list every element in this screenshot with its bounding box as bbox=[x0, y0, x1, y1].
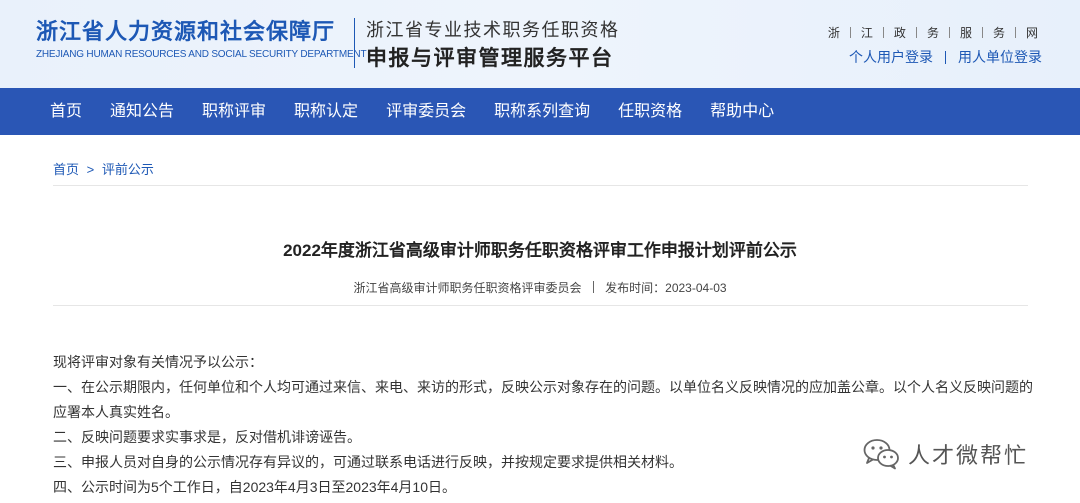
wechat-icon bbox=[863, 439, 899, 470]
portal-char: 服 bbox=[959, 26, 972, 40]
nav-item-qualification[interactable]: 任职资格 bbox=[604, 88, 696, 135]
portal-char: 务 bbox=[992, 26, 1005, 40]
nav-item-title-review[interactable]: 职称评审 bbox=[188, 88, 280, 135]
nav-item-title-recognition[interactable]: 职称认定 bbox=[280, 88, 372, 135]
org-name-en: ZHEJIANG HUMAN RESOURCES AND SOCIAL SECU… bbox=[36, 49, 367, 60]
system-subtitle: 浙江省专业技术职务任职资格 bbox=[366, 20, 620, 40]
meta-divider bbox=[592, 281, 594, 293]
nav-item-review-committee[interactable]: 评审委员会 bbox=[372, 88, 480, 135]
nav-item-help[interactable]: 帮助中心 bbox=[696, 88, 788, 135]
logo-divider bbox=[354, 18, 355, 68]
watermark: 人才微帮忙 bbox=[862, 437, 1028, 471]
meta-divider-line bbox=[53, 305, 1028, 306]
portal-char: 浙 bbox=[827, 26, 840, 40]
org-name[interactable]: 浙江省人力资源和社会保障厅 bbox=[36, 14, 335, 46]
portal-divider bbox=[948, 27, 950, 38]
article-paragraph: 四、公示时间为5个工作日，自2023年4月3日至2023年4月10日。 bbox=[53, 479, 457, 495]
login-links: 个人用户登录 用人单位登录 bbox=[849, 47, 1042, 67]
nav-item-notices[interactable]: 通知公告 bbox=[96, 88, 188, 135]
breadcrumb-separator: > bbox=[86, 162, 95, 177]
article-body: 现将评审对象有关情况予以公示： 一、在公示期限内，任何单位和个人均可通过来信、来… bbox=[53, 350, 1038, 500]
system-title: 申报与评审管理服务平台 bbox=[366, 47, 614, 70]
portal-char: 政 bbox=[893, 26, 906, 40]
main-nav: 首页 通知公告 职称评审 职称认定 评审委员会 职称系列查询 任职资格 帮助中心 bbox=[0, 88, 1080, 135]
gov-portal-link[interactable]: 浙 江 政 务 服 务 网 bbox=[828, 24, 1038, 41]
article-publish-date: 发布时间：2023-04-03 bbox=[605, 281, 727, 295]
personal-login-link[interactable]: 个人用户登录 bbox=[849, 47, 933, 67]
article-paragraph: 一、在公示期限内，任何单位和个人均可通过来信、来电、来访的形式，反映公示对象存在… bbox=[53, 379, 1033, 420]
watermark-text: 人才微帮忙 bbox=[908, 443, 1029, 468]
nav-item-title-series-query[interactable]: 职称系列查询 bbox=[480, 88, 604, 135]
portal-divider bbox=[915, 27, 917, 38]
article-source: 浙江省高级审计师职务任职资格评审委员会 bbox=[353, 281, 582, 295]
portal-char: 网 bbox=[1025, 26, 1038, 40]
portal-divider bbox=[1014, 27, 1016, 38]
article-paragraph: 现将评审对象有关情况予以公示： bbox=[53, 354, 263, 370]
nav-item-home[interactable]: 首页 bbox=[36, 88, 96, 135]
unit-login-link[interactable]: 用人单位登录 bbox=[958, 47, 1042, 67]
portal-char: 务 bbox=[926, 26, 939, 40]
article-title: 2022年度浙江省高级审计师职务任职资格评审工作申报计划评前公示 bbox=[283, 241, 797, 260]
article-meta: 浙江省高级审计师职务任职资格评审委员会 发布时间：2023-04-03 bbox=[0, 279, 1080, 296]
site-header: 浙江省人力资源和社会保障厅 ZHEJIANG HUMAN RESOURCES A… bbox=[0, 0, 1080, 88]
login-divider bbox=[945, 50, 946, 64]
breadcrumb-home-link[interactable]: 首页 bbox=[53, 162, 79, 177]
portal-divider bbox=[981, 27, 983, 38]
breadcrumb-current-link[interactable]: 评前公示 bbox=[102, 162, 154, 177]
breadcrumb-divider bbox=[53, 185, 1028, 186]
breadcrumb: 首页 > 评前公示 bbox=[53, 159, 154, 178]
portal-divider bbox=[882, 27, 884, 38]
portal-char: 江 bbox=[860, 26, 873, 40]
portal-divider bbox=[849, 27, 851, 38]
